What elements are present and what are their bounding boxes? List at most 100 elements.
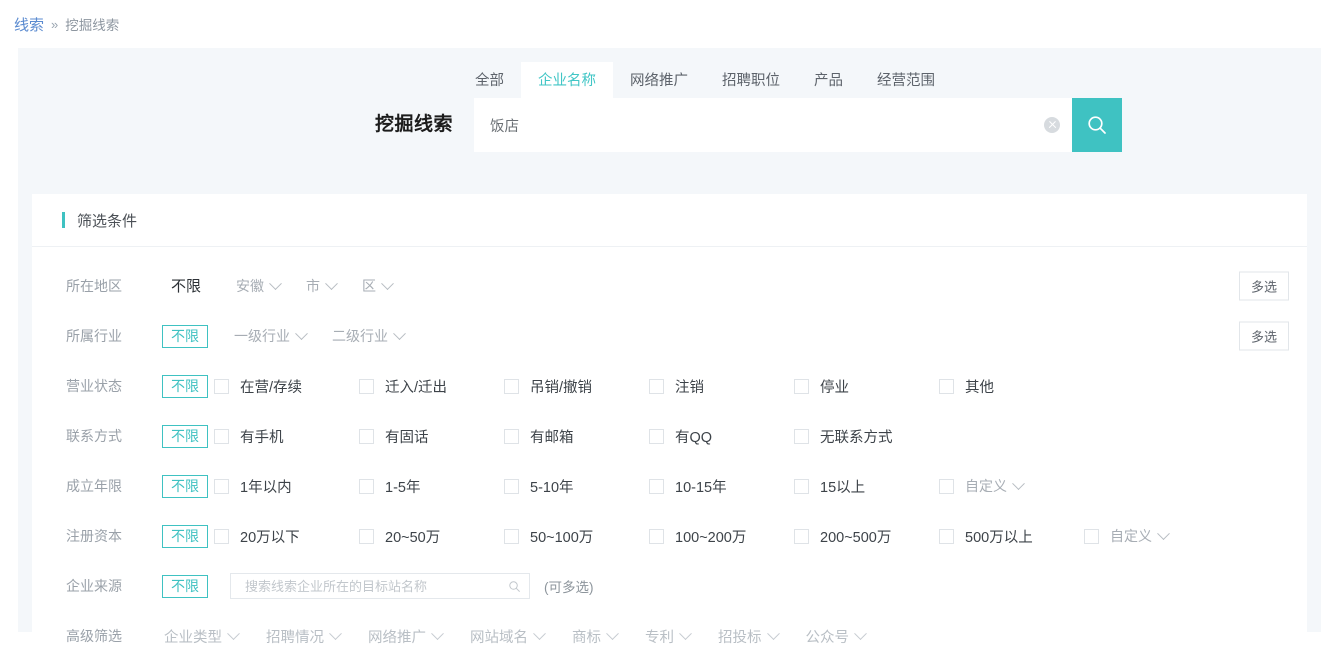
advanced-item-official-account[interactable]: 公众号 — [806, 626, 867, 647]
region-city-dropdown[interactable]: 市 — [306, 276, 338, 296]
checkbox-icon[interactable] — [504, 378, 519, 394]
region-multiselect-button[interactable]: 多选 — [1238, 271, 1289, 301]
status-checkbox-0[interactable]: 在营/存续 — [214, 376, 359, 397]
region-district-dropdown[interactable]: 区 — [362, 276, 394, 296]
checkbox-icon[interactable] — [1084, 528, 1099, 544]
checkbox-icon[interactable] — [794, 378, 809, 394]
search-button[interactable] — [1072, 98, 1122, 152]
advanced-item-label: 商标 — [572, 629, 601, 646]
years-option-label: 1年以内 — [240, 479, 292, 496]
checkbox-icon[interactable] — [359, 528, 374, 544]
chevron-down-icon — [679, 626, 692, 640]
search-input[interactable] — [474, 117, 1044, 133]
checkbox-icon[interactable] — [214, 478, 229, 494]
tab-all[interactable]: 全部 — [458, 62, 521, 100]
capital-checkbox-5[interactable]: 500万以上 — [939, 526, 1084, 547]
checkbox-icon[interactable] — [649, 478, 664, 494]
contact-unlimited-chip[interactable]: 不限 — [162, 424, 208, 448]
checkbox-icon[interactable] — [214, 428, 229, 444]
status-checkbox-5[interactable]: 其他 — [939, 376, 1084, 397]
checkbox-icon[interactable] — [214, 378, 229, 394]
contact-option-label: 有QQ — [675, 429, 713, 446]
checkbox-icon[interactable] — [649, 428, 664, 444]
capital-checkbox-0[interactable]: 20万以下 — [214, 526, 359, 547]
filter-label-status: 营业状态 — [66, 378, 122, 394]
tab-network-promotion[interactable]: 网络推广 — [613, 62, 705, 100]
years-unlimited-chip[interactable]: 不限 — [162, 474, 208, 498]
checkbox-icon[interactable] — [649, 528, 664, 544]
breadcrumb-root-link[interactable]: 线索 — [14, 14, 44, 35]
checkbox-icon[interactable] — [794, 478, 809, 494]
chevron-down-icon — [295, 326, 308, 340]
advanced-item-company-type[interactable]: 企业类型 — [164, 626, 240, 647]
years-checkbox-custom[interactable]: 自定义 — [939, 476, 1033, 496]
capital-checkbox-4[interactable]: 200~500万 — [794, 526, 939, 547]
capital-unlimited-chip[interactable]: 不限 — [162, 524, 208, 548]
checkbox-icon[interactable] — [939, 478, 954, 494]
advanced-item-label: 招投标 — [718, 629, 762, 646]
checkbox-icon[interactable] — [939, 528, 954, 544]
checkbox-icon[interactable] — [359, 478, 374, 494]
status-checkbox-4[interactable]: 停业 — [794, 376, 939, 397]
advanced-item-label: 招聘情况 — [266, 629, 324, 646]
contact-checkbox-1[interactable]: 有固话 — [359, 426, 504, 447]
tab-business-scope[interactable]: 经营范围 — [860, 62, 952, 100]
checkbox-icon[interactable] — [504, 428, 519, 444]
checkbox-icon[interactable] — [214, 528, 229, 544]
advanced-item-website-domain[interactable]: 网站域名 — [470, 626, 546, 647]
years-checkbox-0[interactable]: 1年以内 — [214, 476, 359, 497]
clear-search-icon[interactable] — [1044, 117, 1060, 133]
checkbox-icon[interactable] — [794, 528, 809, 544]
region-province-dropdown[interactable]: 安徽 — [236, 276, 282, 296]
tab-company-name[interactable]: 企业名称 — [521, 62, 613, 100]
advanced-item-patent[interactable]: 专利 — [645, 626, 692, 647]
advanced-item-recruitment[interactable]: 招聘情况 — [266, 626, 342, 647]
breadcrumb: 线索 » 挖掘线索 — [0, 0, 1321, 48]
contact-checkbox-2[interactable]: 有邮箱 — [504, 426, 649, 447]
capital-checkbox-custom[interactable]: 自定义 — [1084, 526, 1178, 546]
filter-row-region: 所在地区 不限 安徽 市 区 多选 — [32, 261, 1307, 311]
status-unlimited-chip[interactable]: 不限 — [162, 374, 208, 398]
contact-checkbox-4[interactable]: 无联系方式 — [794, 426, 939, 447]
status-checkbox-3[interactable]: 注销 — [649, 376, 794, 397]
industry-level2-dropdown[interactable]: 二级行业 — [332, 326, 406, 346]
checkbox-icon[interactable] — [649, 378, 664, 394]
years-custom-label: 自定义 — [965, 478, 1007, 494]
region-unlimited-chip[interactable]: 不限 — [162, 275, 210, 298]
advanced-item-label: 网络推广 — [368, 629, 426, 646]
checkbox-icon[interactable] — [359, 378, 374, 394]
capital-checkbox-1[interactable]: 20~50万 — [359, 526, 504, 547]
checkbox-icon[interactable] — [504, 478, 519, 494]
source-unlimited-chip[interactable]: 不限 — [162, 574, 208, 598]
source-search-input[interactable] — [243, 577, 508, 595]
years-checkbox-3[interactable]: 10-15年 — [649, 476, 794, 497]
status-checkbox-2[interactable]: 吊销/撤销 — [504, 376, 649, 397]
advanced-item-trademark[interactable]: 商标 — [572, 626, 619, 647]
industry-unlimited-chip[interactable]: 不限 — [162, 324, 208, 348]
industry-multiselect-button[interactable]: 多选 — [1238, 321, 1289, 351]
years-option-label: 15以上 — [820, 479, 866, 496]
chevron-down-icon — [325, 276, 338, 290]
years-checkbox-1[interactable]: 1-5年 — [359, 476, 504, 497]
contact-checkbox-3[interactable]: 有QQ — [649, 426, 794, 447]
advanced-item-network-promotion[interactable]: 网络推广 — [368, 626, 444, 647]
status-option-label: 停业 — [820, 379, 849, 396]
industry-level1-dropdown[interactable]: 一级行业 — [234, 326, 308, 346]
years-checkbox-2[interactable]: 5-10年 — [504, 476, 649, 497]
advanced-item-bidding[interactable]: 招投标 — [718, 626, 780, 647]
contact-checkbox-0[interactable]: 有手机 — [214, 426, 359, 447]
tab-recruit-position[interactable]: 招聘职位 — [705, 62, 797, 100]
checkbox-icon[interactable] — [939, 378, 954, 394]
capital-checkbox-3[interactable]: 100~200万 — [649, 526, 794, 547]
tab-product[interactable]: 产品 — [797, 62, 860, 100]
checkbox-icon[interactable] — [504, 528, 519, 544]
checkbox-icon[interactable] — [359, 428, 374, 444]
filter-row-industry: 所属行业 不限 一级行业 二级行业 多选 — [32, 311, 1307, 361]
status-checkbox-1[interactable]: 迁入/迁出 — [359, 376, 504, 397]
status-option-label: 吊销/撤销 — [530, 379, 593, 396]
capital-checkbox-2[interactable]: 50~100万 — [504, 526, 649, 547]
capital-option-label: 100~200万 — [675, 529, 747, 546]
chevron-down-icon — [1157, 526, 1170, 540]
checkbox-icon[interactable] — [794, 428, 809, 444]
years-checkbox-4[interactable]: 15以上 — [794, 476, 939, 497]
